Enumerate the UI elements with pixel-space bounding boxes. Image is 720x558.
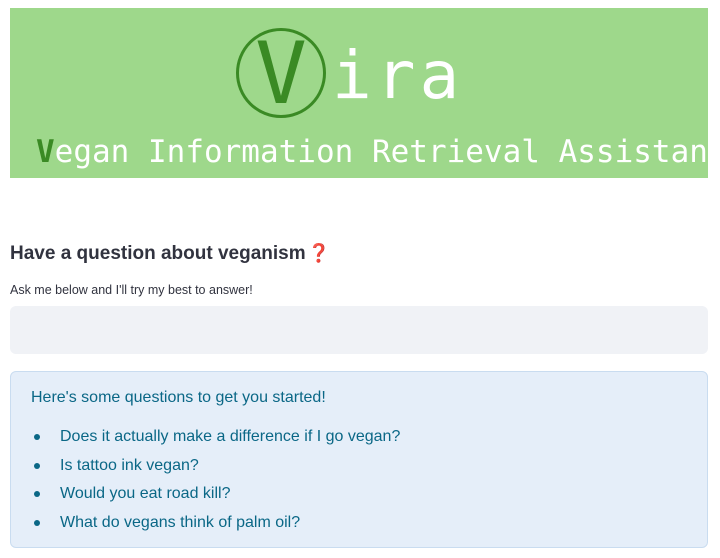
bullet-icon <box>34 434 40 440</box>
list-item: Would you eat road kill? <box>11 483 707 512</box>
suggestion-question[interactable]: What do vegans think of palm oil? <box>60 512 300 534</box>
header-banner: V ira Vegan Information Retrieval Assist… <box>10 8 720 178</box>
logo-text: ira <box>332 37 464 114</box>
list-item: Is tattoo ink vegan? <box>11 455 707 484</box>
bullet-icon <box>34 462 40 469</box>
logo-letter: V <box>255 24 307 124</box>
list-item: Does it actually make a difference if I … <box>11 426 707 455</box>
page-title-text: Have a question about veganism <box>10 243 306 264</box>
list-item: What do vegans think of palm oil? <box>11 512 707 541</box>
bullet-icon <box>34 491 40 497</box>
logo: V ira <box>10 26 708 126</box>
suggestion-question[interactable]: Is tattoo ink vegan? <box>60 455 199 477</box>
suggestion-question[interactable]: Would you eat road kill? <box>60 483 230 505</box>
suggestions-box: Here's some questions to get you started… <box>10 371 708 548</box>
suggestions-list: Does it actually make a difference if I … <box>11 426 707 540</box>
question-mark-icon: ❓ <box>307 243 331 263</box>
question-input[interactable] <box>10 306 708 354</box>
tagline: Vegan Information Retrieval Assistant <box>36 132 720 172</box>
suggestion-question[interactable]: Does it actually make a difference if I … <box>60 426 400 448</box>
tagline-initial: V <box>36 134 55 170</box>
page-title: Have a question about veganism ❓ <box>10 240 330 267</box>
suggestions-heading: Here's some questions to get you started… <box>31 389 326 406</box>
question-subtitle: Ask me below and I'll try my best to ans… <box>10 283 253 297</box>
tagline-text: egan Information Retrieval Assistant <box>54 134 720 170</box>
bullet-icon <box>34 519 40 526</box>
